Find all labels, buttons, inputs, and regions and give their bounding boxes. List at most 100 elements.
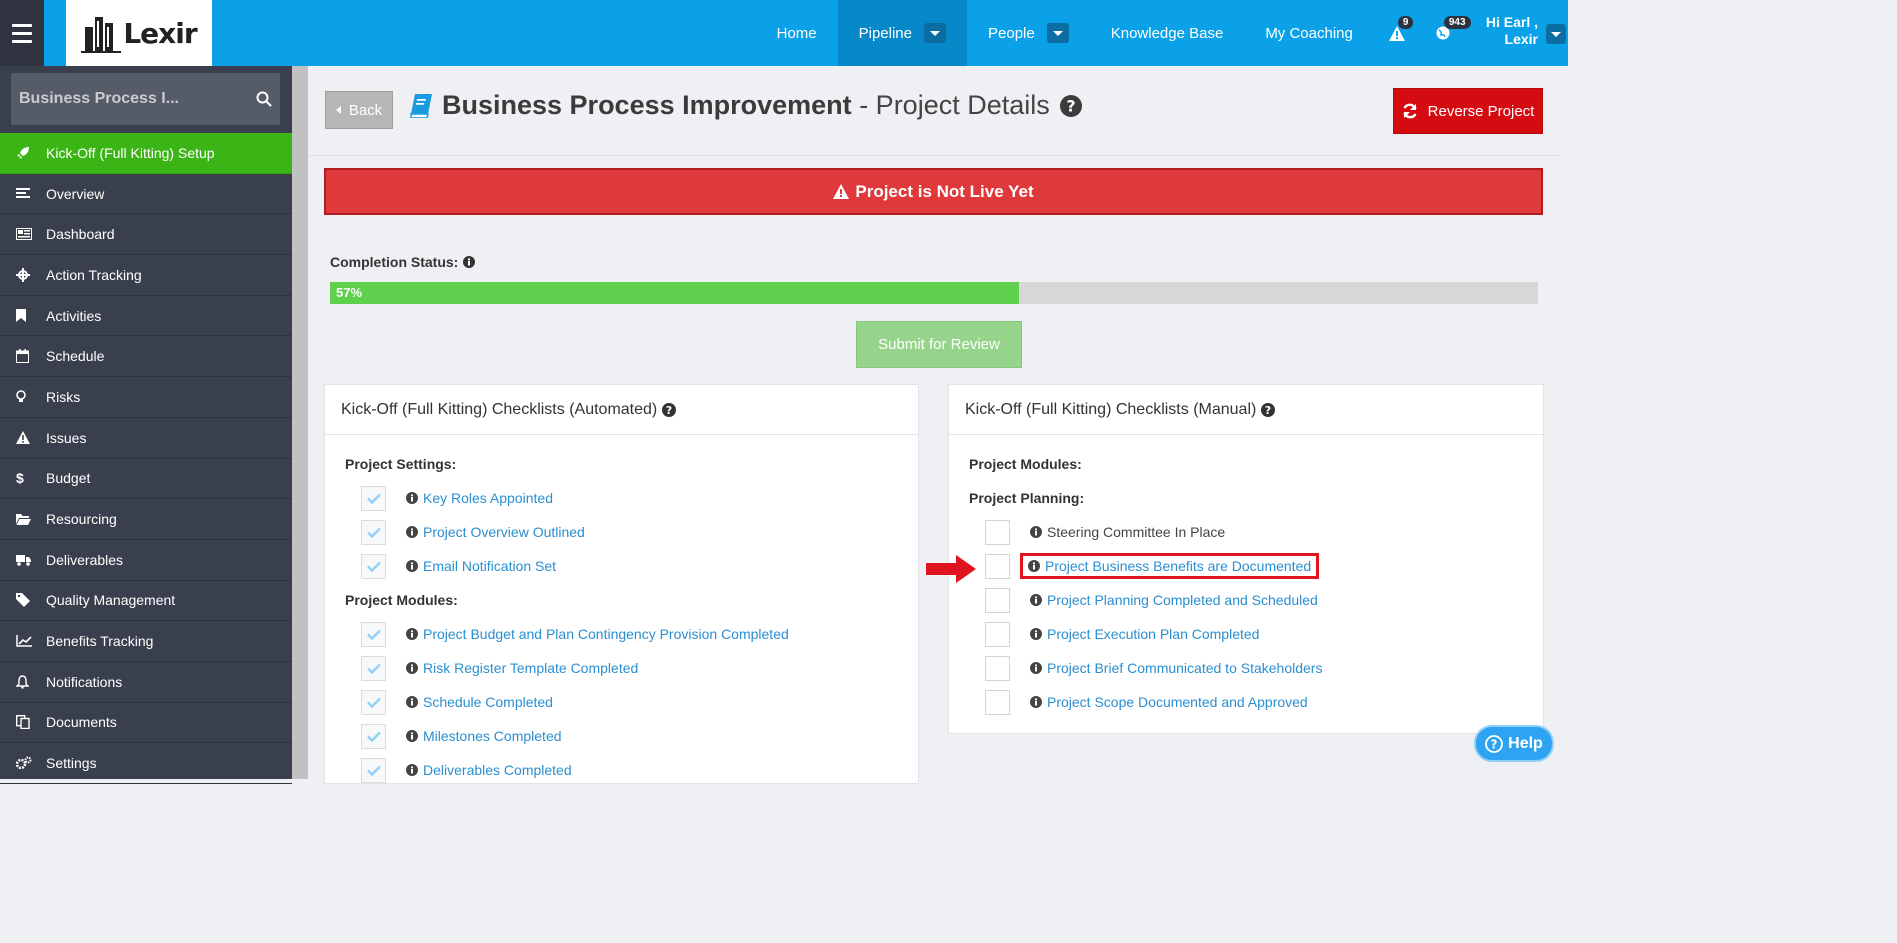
checklist-checkbox[interactable] bbox=[361, 723, 386, 749]
checklist-checkbox[interactable] bbox=[361, 655, 386, 681]
info-icon[interactable] bbox=[406, 492, 418, 504]
nav-pipeline[interactable]: Pipeline bbox=[837, 0, 967, 66]
checklist-item-link[interactable]: Project Budget and Plan Contingency Prov… bbox=[406, 626, 789, 642]
info-icon[interactable] bbox=[406, 730, 418, 742]
sidebar-item-kickoff[interactable]: Kick-Off (Full Kitting) Setup bbox=[0, 133, 292, 174]
people-dropdown-icon[interactable] bbox=[1046, 23, 1069, 43]
nav-home[interactable]: Home bbox=[756, 0, 838, 66]
scrollbar-thumb[interactable] bbox=[292, 66, 308, 779]
help-question-icon[interactable]: ? bbox=[1059, 94, 1082, 117]
sidebar-scrollbar[interactable] bbox=[292, 66, 308, 779]
checklist-item-link[interactable]: Risk Register Template Completed bbox=[406, 660, 638, 676]
back-button[interactable]: Back bbox=[325, 91, 393, 129]
sidebar-item-budget[interactable]: $ Budget bbox=[0, 459, 292, 500]
checklist-item-link[interactable]: Milestones Completed bbox=[406, 728, 562, 744]
check-icon bbox=[366, 663, 381, 674]
search-icon[interactable] bbox=[256, 91, 272, 107]
alerts-button[interactable]: 9 bbox=[1374, 0, 1420, 66]
reverse-project-button[interactable]: Reverse Project bbox=[1393, 88, 1543, 134]
checklist-checkbox[interactable] bbox=[361, 485, 386, 511]
hamburger-menu-icon[interactable] bbox=[0, 0, 44, 66]
help-button[interactable]: ? Help bbox=[1474, 725, 1554, 762]
checklist-item-link[interactable]: Project Planning Completed and Scheduled bbox=[1030, 592, 1318, 608]
checklist-checkbox[interactable] bbox=[985, 689, 1010, 715]
sidebar-item-quality-management[interactable]: Quality Management bbox=[0, 581, 292, 622]
sidebar-item-dashboard[interactable]: Dashboard bbox=[0, 214, 292, 256]
alerts-count-badge: 9 bbox=[1397, 16, 1414, 29]
check-icon bbox=[366, 527, 381, 538]
sidebar-item-overview[interactable]: Overview bbox=[0, 174, 292, 215]
info-icon[interactable] bbox=[406, 662, 418, 674]
user-name: Lexir bbox=[1504, 31, 1538, 47]
checklist-item-label: Deliverables Completed bbox=[423, 762, 572, 778]
sidebar-item-issues[interactable]: Issues bbox=[0, 418, 292, 459]
help-question-icon[interactable]: ? bbox=[1261, 402, 1276, 417]
sidebar-item-notifications[interactable]: Notifications bbox=[0, 662, 292, 703]
info-icon[interactable] bbox=[406, 764, 418, 776]
checklist-item-link[interactable]: Key Roles Appointed bbox=[406, 490, 553, 506]
user-menu[interactable]: Hi Earl , Lexir bbox=[1466, 0, 1546, 66]
checklist-checkbox[interactable] bbox=[985, 519, 1010, 545]
nav-my-coaching[interactable]: My Coaching bbox=[1244, 0, 1374, 66]
manual-panel-title: Kick-Off (Full Kitting) Checklists (Manu… bbox=[965, 400, 1257, 418]
manual-panel-header: Kick-Off (Full Kitting) Checklists (Manu… bbox=[949, 385, 1543, 435]
pipeline-dropdown-icon[interactable] bbox=[924, 23, 946, 43]
help-question-icon[interactable]: ? bbox=[662, 402, 677, 417]
main-nav: Home Pipeline People Knowledge Base My C… bbox=[756, 0, 1568, 66]
page-header: Back Business Process Improvement - Proj… bbox=[308, 66, 1560, 156]
project-modules-label: Project Modules: bbox=[969, 456, 1082, 472]
checklist-item-link[interactable]: Steering Committee In Place bbox=[1030, 524, 1225, 540]
sidebar-item-settings[interactable]: Settings bbox=[0, 743, 292, 784]
sidebar-item-label: Dashboard bbox=[46, 226, 115, 243]
nav-knowledge-base[interactable]: Knowledge Base bbox=[1090, 0, 1245, 66]
checklist-item-link[interactable]: Project Overview Outlined bbox=[406, 524, 585, 540]
warning-icon bbox=[16, 431, 46, 445]
submit-for-review-button[interactable]: Submit for Review bbox=[856, 321, 1022, 368]
info-icon[interactable] bbox=[463, 256, 476, 268]
info-icon[interactable] bbox=[1028, 560, 1040, 572]
sidebar-item-action-tracking[interactable]: Action Tracking bbox=[0, 255, 292, 296]
checklist-checkbox[interactable] bbox=[361, 757, 386, 783]
nav-people[interactable]: People bbox=[967, 0, 1090, 66]
info-icon[interactable] bbox=[1030, 526, 1042, 538]
checklist-item: Key Roles Appointed bbox=[345, 481, 918, 515]
info-icon[interactable] bbox=[1030, 662, 1042, 674]
checklist-item-label: Project Planning Completed and Scheduled bbox=[1047, 592, 1318, 608]
checklist-item-link[interactable]: Email Notification Set bbox=[406, 558, 556, 574]
sidebar-item-deliverables[interactable]: Deliverables bbox=[0, 540, 292, 581]
checklist-checkbox[interactable] bbox=[985, 621, 1010, 647]
checklist-item-link[interactable]: Project Brief Communicated to Stakeholde… bbox=[1030, 660, 1322, 676]
info-icon[interactable] bbox=[406, 526, 418, 538]
sidebar-item-schedule[interactable]: Schedule bbox=[0, 336, 292, 378]
checklist-item-link[interactable]: Project Scope Documented and Approved bbox=[1030, 694, 1308, 710]
checklist-item-link[interactable]: Project Business Benefits are Documented bbox=[1019, 553, 1320, 579]
info-icon[interactable] bbox=[406, 560, 418, 572]
sidebar-item-resourcing[interactable]: Resourcing bbox=[0, 499, 292, 540]
rocket-icon bbox=[16, 146, 46, 160]
checklist-item-link[interactable]: Schedule Completed bbox=[406, 694, 553, 710]
sidebar-item-risks[interactable]: Risks bbox=[0, 377, 292, 418]
info-icon[interactable] bbox=[1030, 594, 1042, 606]
checklist-item-link[interactable]: Project Execution Plan Completed bbox=[1030, 626, 1259, 642]
checklist-item-label: Email Notification Set bbox=[423, 558, 557, 574]
help-label: Help bbox=[1508, 734, 1543, 752]
info-icon[interactable] bbox=[406, 696, 418, 708]
checklist-checkbox[interactable] bbox=[985, 587, 1010, 613]
user-dropdown[interactable] bbox=[1546, 0, 1568, 66]
sidebar-item-benefits-tracking[interactable]: Benefits Tracking bbox=[0, 621, 292, 662]
info-icon[interactable] bbox=[1030, 628, 1042, 640]
sidebar-item-documents[interactable]: Documents bbox=[0, 703, 292, 744]
logo[interactable]: Lexir bbox=[66, 0, 212, 66]
sidebar-item-activities[interactable]: Activities bbox=[0, 296, 292, 337]
info-icon[interactable] bbox=[406, 628, 418, 640]
checklist-item-link[interactable]: Deliverables Completed bbox=[406, 762, 572, 778]
checklist-checkbox[interactable] bbox=[361, 553, 386, 579]
checklist-checkbox[interactable] bbox=[985, 553, 1010, 579]
checklist-checkbox[interactable] bbox=[985, 655, 1010, 681]
checklist-checkbox[interactable] bbox=[361, 689, 386, 715]
checklist-checkbox[interactable] bbox=[361, 519, 386, 545]
info-icon[interactable] bbox=[1030, 696, 1042, 708]
checklist-checkbox[interactable] bbox=[361, 621, 386, 647]
sidebar-search-input[interactable] bbox=[19, 90, 239, 108]
globe-button[interactable]: 943 bbox=[1420, 0, 1471, 66]
